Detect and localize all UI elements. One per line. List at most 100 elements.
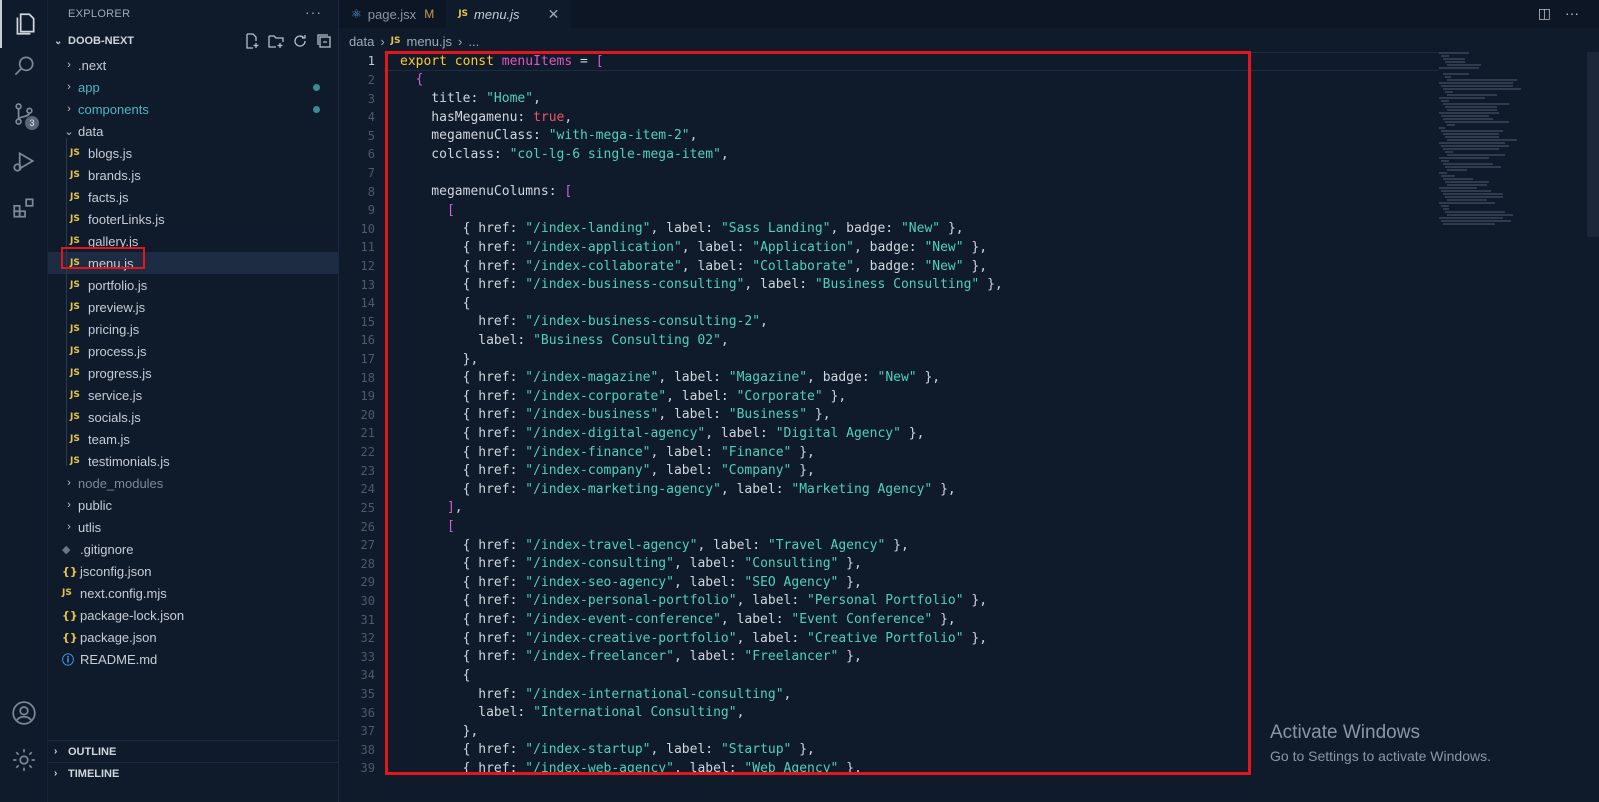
code-line[interactable]: 7: [339, 164, 1439, 183]
code-line[interactable]: 21 { href: "/index-digital-agency", labe…: [339, 424, 1439, 443]
breadcrumb-file[interactable]: menu.js: [407, 34, 453, 49]
tree-item[interactable]: JS portfolio.js: [48, 274, 338, 296]
tree-item[interactable]: {} jsconfig.json: [48, 560, 338, 582]
tree-item[interactable]: JS preview.js: [48, 296, 338, 318]
code-line[interactable]: 14 {: [339, 294, 1439, 313]
tree-item[interactable]: JS menu.js: [48, 252, 338, 274]
js-file-icon: JS: [70, 324, 80, 334]
tree-item[interactable]: ⓘ README.md: [48, 648, 338, 670]
new-file-icon[interactable]: [244, 33, 260, 49]
breadcrumb-more[interactable]: ...: [468, 34, 479, 49]
code-line[interactable]: 6 colclass: "col-lg-6 single-mega-item",: [339, 145, 1439, 164]
tab-menu-js[interactable]: JS menu.js ✕: [446, 0, 572, 28]
code-line[interactable]: 24 { href: "/index-marketing-agency", la…: [339, 480, 1439, 499]
tree-item[interactable]: JS pricing.js: [48, 318, 338, 340]
code-line[interactable]: 20 { href: "/index-business", label: "Bu…: [339, 406, 1439, 425]
code-line[interactable]: 1 export const menuItems = [: [339, 52, 1439, 71]
tree-item[interactable]: JS blogs.js: [48, 142, 338, 164]
code-line[interactable]: 17 },: [339, 350, 1439, 369]
minimap[interactable]: [1439, 52, 1539, 292]
tree-item[interactable]: JS next.config.mjs: [48, 582, 338, 604]
tree-item[interactable]: JS footerLinks.js: [48, 208, 338, 230]
more-actions-icon[interactable]: ···: [1565, 5, 1579, 22]
project-root[interactable]: ⌄ DOOB-NEXT: [48, 28, 338, 54]
code-line[interactable]: 5 megamenuClass: "with-mega-item-2",: [339, 126, 1439, 145]
tree-item[interactable]: › app: [48, 76, 338, 98]
tree-item[interactable]: › node_modules: [48, 472, 338, 494]
code-line[interactable]: 31 { href: "/index-event-conference", la…: [339, 610, 1439, 629]
minimap-line: [1445, 91, 1453, 93]
code-line[interactable]: 36 label: "International Consulting",: [339, 703, 1439, 722]
tree-item[interactable]: › components: [48, 98, 338, 120]
line-number: 4: [367, 110, 375, 125]
minimap-line: [1445, 121, 1509, 123]
code-line[interactable]: 13 { href: "/index-business-consulting",…: [339, 275, 1439, 294]
new-folder-icon[interactable]: [268, 33, 284, 49]
collapse-all-icon[interactable]: [316, 33, 332, 49]
code-line[interactable]: 23 { href: "/index-company", label: "Com…: [339, 461, 1439, 480]
code-line[interactable]: 22 { href: "/index-finance", label: "Fin…: [339, 443, 1439, 462]
code-line[interactable]: 10 { href: "/index-landing", label: "Sas…: [339, 219, 1439, 238]
tree-item[interactable]: ◆ .gitignore: [48, 538, 338, 560]
tree-item[interactable]: JS progress.js: [48, 362, 338, 384]
minimap-line: [1447, 199, 1487, 201]
js-file-icon: JS: [70, 412, 80, 422]
code-line[interactable]: 4 hasMegamenu: true,: [339, 108, 1439, 127]
breadcrumb-folder[interactable]: data: [349, 34, 374, 49]
timeline-section[interactable]: › TIMELINE: [48, 762, 339, 784]
refresh-icon[interactable]: [292, 33, 308, 49]
tree-item[interactable]: JS process.js: [48, 340, 338, 362]
code-line[interactable]: 32 { href: "/index-creative-portfolio", …: [339, 629, 1439, 648]
code-line[interactable]: 26 [: [339, 517, 1439, 536]
source-control-activity-button[interactable]: 3: [0, 90, 48, 138]
run-debug-activity-button[interactable]: [0, 137, 48, 185]
code-line[interactable]: 33 { href: "/index-freelancer", label: "…: [339, 648, 1439, 667]
tree-item[interactable]: › public: [48, 494, 338, 516]
code-line[interactable]: 12 { href: "/index-collaborate", label: …: [339, 257, 1439, 276]
code-line[interactable]: 3 title: "Home",: [339, 89, 1439, 108]
outline-section[interactable]: › OUTLINE: [48, 740, 339, 762]
code-line[interactable]: 18 { href: "/index-magazine", label: "Ma…: [339, 368, 1439, 387]
code-line[interactable]: 9 [: [339, 201, 1439, 220]
code-line[interactable]: 15 href: "/index-business-consulting-2",: [339, 313, 1439, 332]
tree-item[interactable]: JS socials.js: [48, 406, 338, 428]
code-line[interactable]: 16 label: "Business Consulting 02",: [339, 331, 1439, 350]
code-line[interactable]: 35 href: "/index-international-consultin…: [339, 685, 1439, 704]
tree-item[interactable]: JS brands.js: [48, 164, 338, 186]
tree-item[interactable]: {} package-lock.json: [48, 604, 338, 626]
code-line[interactable]: 28 { href: "/index-consulting", label: "…: [339, 554, 1439, 573]
tree-item[interactable]: › utlis: [48, 516, 338, 538]
explorer-activity-button[interactable]: [0, 0, 48, 48]
code-line[interactable]: 34 {: [339, 666, 1439, 685]
code-line[interactable]: 8 megamenuColumns: [: [339, 182, 1439, 201]
close-icon[interactable]: ✕: [548, 6, 560, 23]
tree-item[interactable]: {} package.json: [48, 626, 338, 648]
accounts-activity-button[interactable]: [0, 689, 48, 737]
code-line[interactable]: 19 { href: "/index-corporate", label: "C…: [339, 387, 1439, 406]
code-line[interactable]: 30 { href: "/index-personal-portfolio", …: [339, 592, 1439, 611]
minimap-line: [1447, 154, 1505, 156]
tree-item[interactable]: ⌄ data: [48, 120, 338, 142]
extensions-activity-button[interactable]: [0, 184, 48, 232]
tree-item-label: app: [78, 79, 100, 95]
tree-item-label: pricing.js: [88, 321, 140, 337]
search-activity-button[interactable]: [0, 42, 48, 90]
tree-item[interactable]: JS testimonials.js: [48, 450, 338, 472]
code-line[interactable]: 27 { href: "/index-travel-agency", label…: [339, 536, 1439, 555]
settings-activity-button[interactable]: [0, 736, 48, 784]
tree-item[interactable]: › .next: [48, 54, 338, 76]
more-actions-icon[interactable]: ···: [305, 4, 322, 20]
code-line[interactable]: 2 {: [339, 71, 1439, 90]
split-editor-icon[interactable]: ◫: [1538, 5, 1551, 22]
code-line[interactable]: 29 { href: "/index-seo-agency", label: "…: [339, 573, 1439, 592]
minimap-line: [1445, 211, 1505, 213]
tree-item[interactable]: JS team.js: [48, 428, 338, 450]
tab-page-jsx[interactable]: ⚛ page.jsx M: [339, 0, 446, 28]
tree-item[interactable]: JS service.js: [48, 384, 338, 406]
tree-item[interactable]: JS facts.js: [48, 186, 338, 208]
vertical-scrollbar[interactable]: [1587, 52, 1599, 237]
code-line[interactable]: 11 { href: "/index-application", label: …: [339, 238, 1439, 257]
tree-item[interactable]: JS gallery.js: [48, 230, 338, 252]
code-editor[interactable]: 1 export const menuItems = [2 {3 title: "…: [339, 52, 1439, 778]
code-line[interactable]: 25 ],: [339, 499, 1439, 518]
